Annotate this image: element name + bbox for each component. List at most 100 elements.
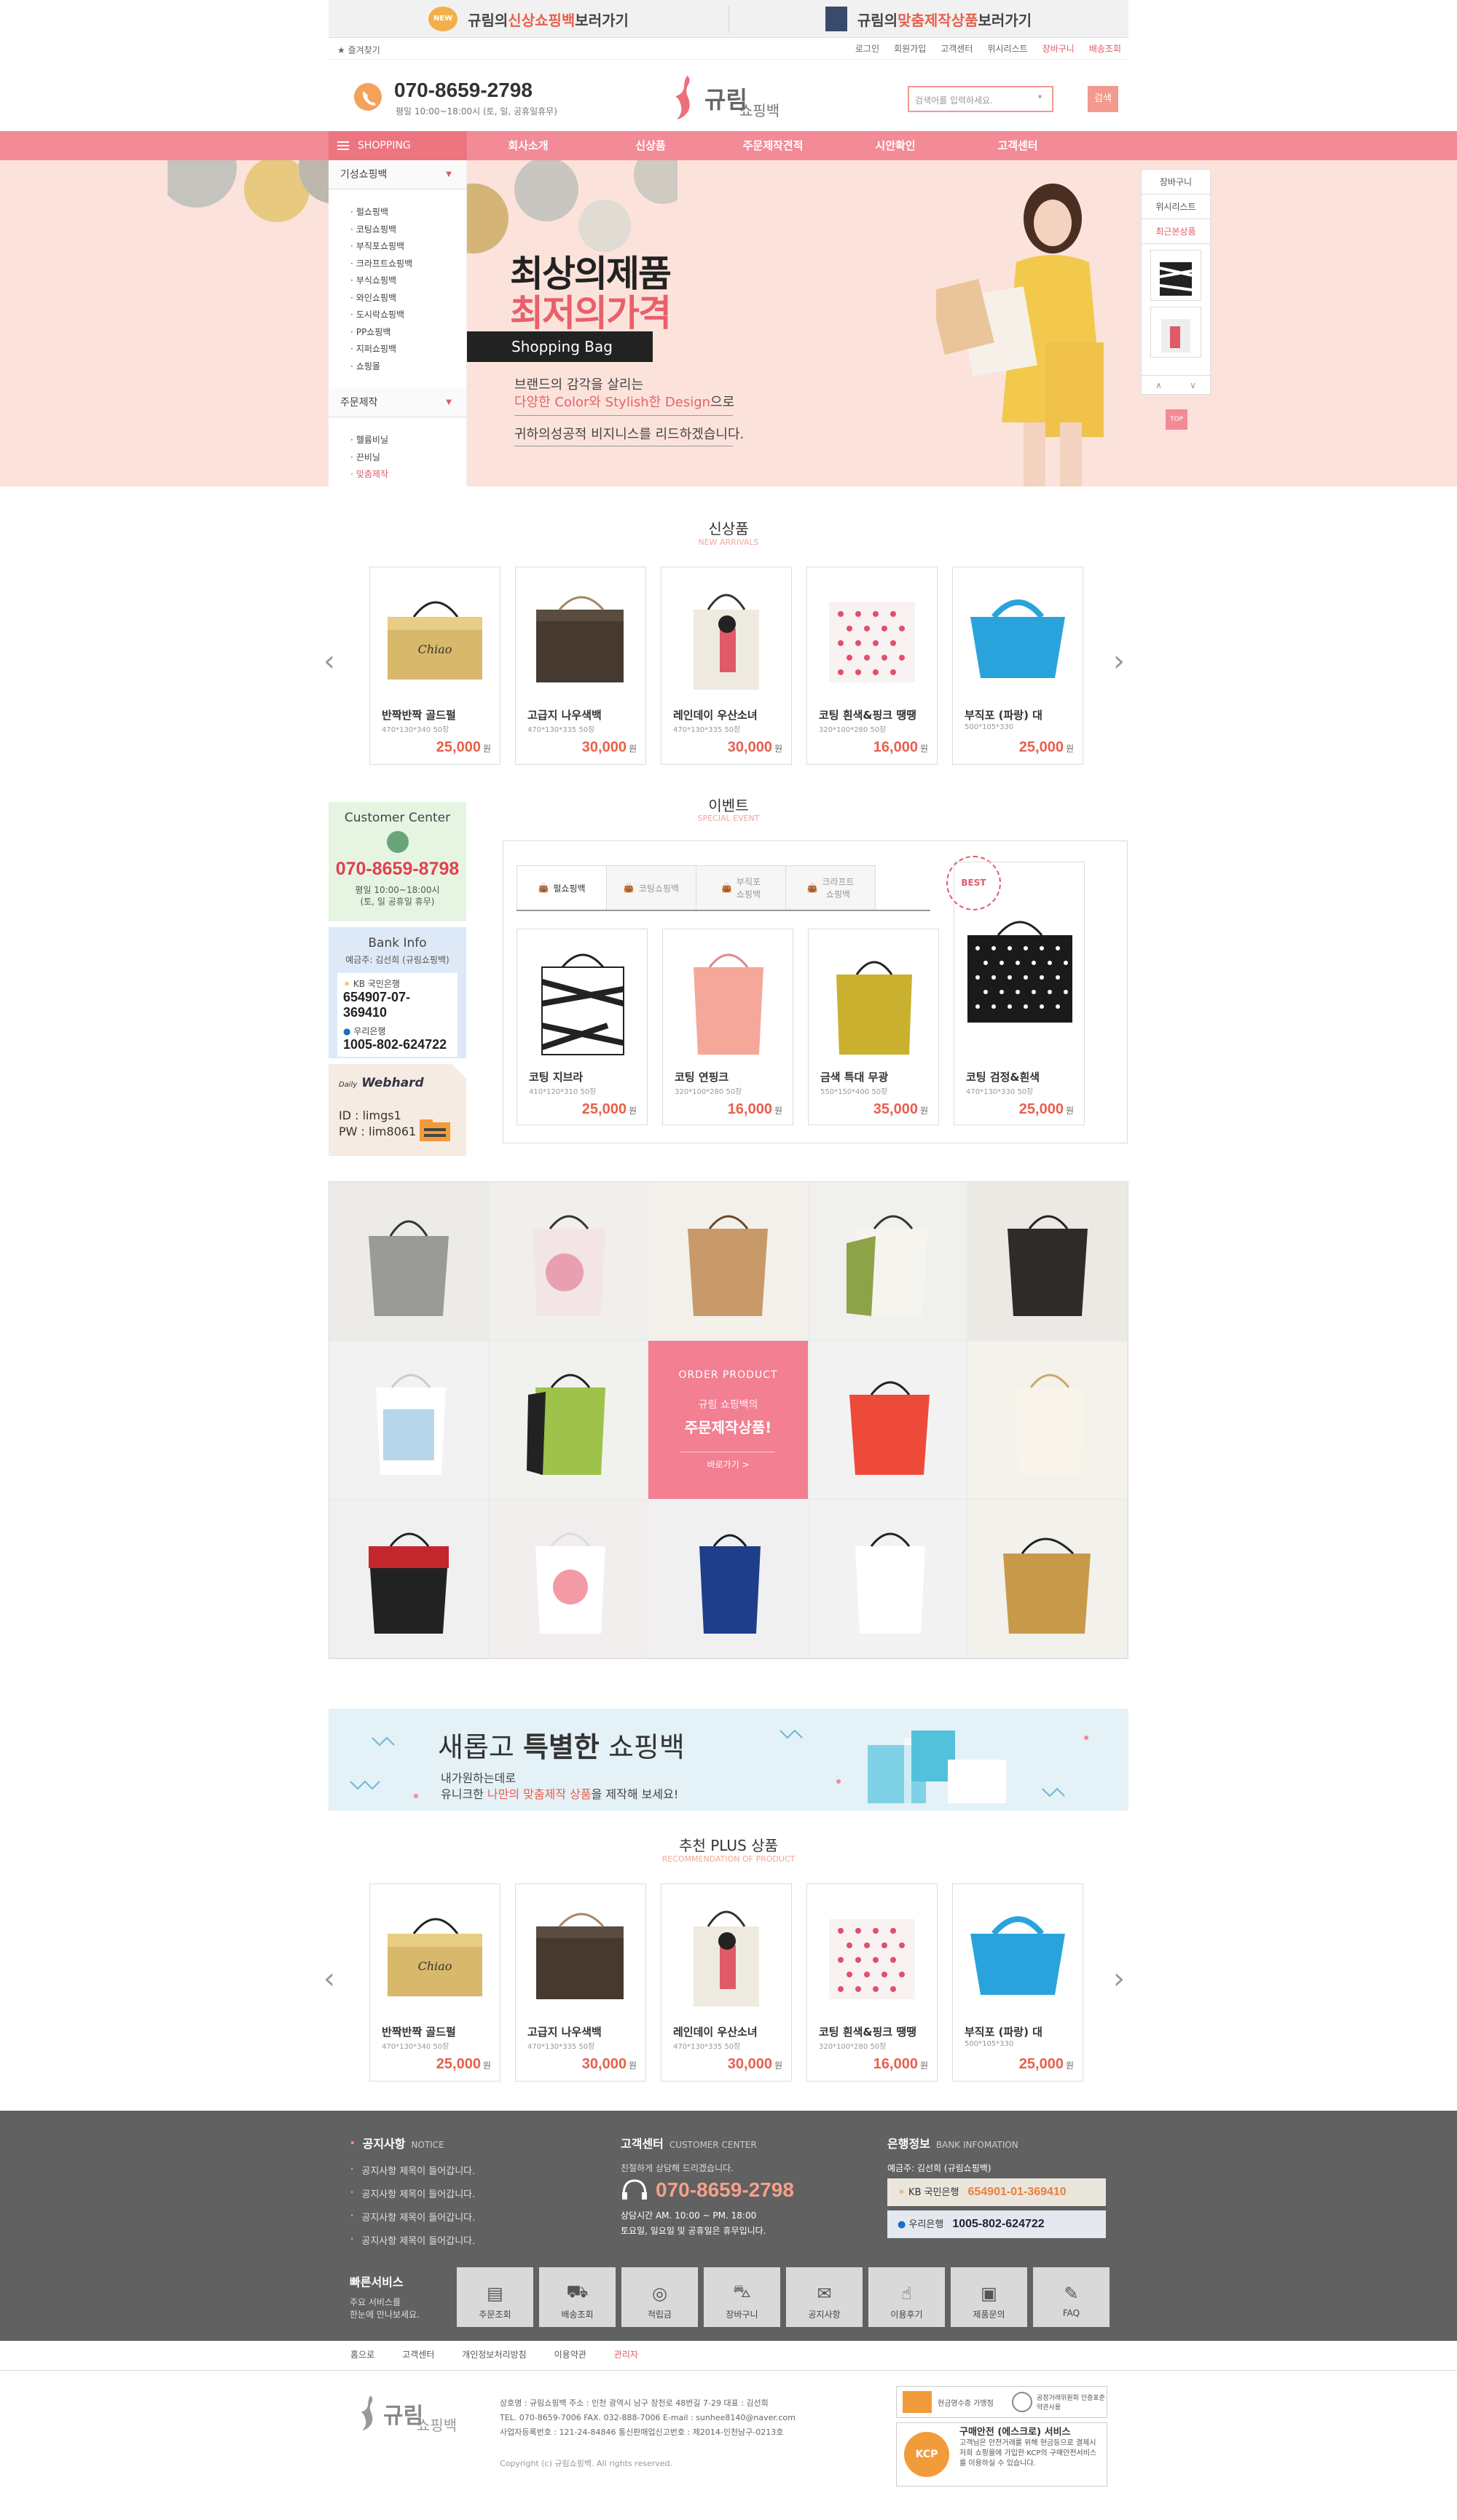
category-item[interactable]: 맞춤제작	[350, 466, 466, 484]
service-faq[interactable]: ✎ FAQ	[1033, 2267, 1110, 2327]
search-input[interactable]: 검색어를 입력하세요. ▾	[908, 86, 1053, 112]
tab-pearl[interactable]: 👜 펄쇼핑백	[517, 865, 607, 910]
category-item[interactable]: 헬륨비닐	[350, 432, 466, 449]
quick-cart[interactable]: 장바구니	[1142, 170, 1210, 194]
footer-home-link[interactable]: 홈으로	[350, 2348, 374, 2360]
footer-privacy-link[interactable]: 개인정보처리방침	[462, 2348, 526, 2360]
nav-item-company[interactable]: 회사소개	[467, 131, 589, 160]
notice-item[interactable]: 공지사항 제목이 들어갑니다.	[350, 2159, 475, 2182]
gallery-item[interactable]	[489, 1182, 649, 1341]
product-card[interactable]: Chiao 반짝반짝 골드펄 470*130*340 50장 25,000 원	[369, 1883, 500, 2082]
recent-thumb[interactable]	[1150, 250, 1201, 301]
delivery-link[interactable]: 배송조회	[1089, 42, 1121, 55]
gallery-item[interactable]	[967, 1182, 1128, 1341]
promo-custom-link[interactable]: 규림의 맞춤제작상품 보러가기	[728, 0, 1128, 38]
nav-item-estimate[interactable]: 주문제작견적	[712, 131, 834, 160]
nav-item-draft[interactable]: 시안확인	[834, 131, 957, 160]
next-arrow-icon[interactable]: ›	[1113, 1962, 1125, 1996]
tab-coating[interactable]: 👜 코팅쇼핑백	[606, 865, 696, 910]
footer-cs-link[interactable]: 고객센터	[402, 2348, 434, 2360]
wishlist-link[interactable]: 위시리스트	[987, 42, 1027, 55]
category-item[interactable]: 부식쇼핑백	[350, 272, 466, 290]
price-value: 25,000	[1018, 739, 1064, 755]
gallery-item[interactable]	[489, 1341, 649, 1500]
category-item[interactable]: 크라프트쇼핑백	[350, 256, 466, 273]
product-card[interactable]: Chiao 반짝반짝 골드펄 470*130*340 50장 25,000 원	[369, 567, 500, 765]
category-item[interactable]: 코팅쇼핑백	[350, 221, 466, 239]
quick-wishlist[interactable]: 위시리스트	[1142, 194, 1210, 219]
category-item[interactable]: 쇼핑몰	[350, 358, 466, 376]
notice-item[interactable]: 공지사항 제목이 들어갑니다.	[350, 2182, 475, 2205]
gallery-item[interactable]	[329, 1500, 490, 1658]
order-link[interactable]: 바로가기 >	[680, 1452, 776, 1470]
product-card[interactable]: 레인데이 우산소녀 470*130*335 50장 30,000 원	[661, 567, 792, 765]
product-card[interactable]: 고급지 나우색백 470*130*335 50장 30,000 원	[515, 1883, 646, 2082]
webhard-box[interactable]: Daily Webhard ID : limgs1 PW : lim8061	[329, 1064, 466, 1156]
category-item[interactable]: PP쇼핑백	[350, 324, 466, 342]
category-item[interactable]: 지퍼쇼핑백	[350, 341, 466, 358]
order-product-banner[interactable]: ORDER PRODUCT 규림 쇼핑백의 주문제작상품! 바로가기 >	[648, 1341, 809, 1500]
event-product-card-best[interactable]: 코팅 검정&흰색 470*130*330 50장 25,000 원	[954, 862, 1085, 1125]
custom-bag-banner[interactable]: 새롭고 특별한 쇼핑백 내가원하는데로 유니크한 나만의 맞춤제작 상품을 제작…	[329, 1709, 1128, 1811]
login-link[interactable]: 로그인	[855, 42, 879, 55]
category-item[interactable]: 와인쇼핑백	[350, 290, 466, 307]
gallery-item[interactable]	[808, 1182, 968, 1341]
category-item[interactable]: 도시락쇼핑백	[350, 307, 466, 324]
kcp-escrow[interactable]: KCP 구매안전 (에스크로) 서비스 고객님은 안전거래를 위해 현금등으로 …	[896, 2422, 1107, 2486]
product-card[interactable]: 고급지 나우색백 470*130*335 50장 30,000 원	[515, 567, 646, 765]
product-card[interactable]: 레인데이 우산소녀 470*130*335 50장 30,000 원	[661, 1883, 792, 2082]
category-group-ready[interactable]: 기성쇼핑백 ▼	[329, 160, 466, 189]
shopping-category-button[interactable]: SHOPPING CATEGORY	[329, 131, 467, 181]
tab-nonwoven[interactable]: 👜 부직포 쇼핑백	[696, 865, 786, 910]
prev-arrow-icon[interactable]: ‹	[323, 1962, 335, 1996]
product-card[interactable]: 코팅 흰색&핑크 땡땡 320*100*280 50장 16,000 원	[806, 1883, 938, 2082]
cs-link[interactable]: 고객센터	[940, 42, 973, 55]
gallery-item[interactable]	[489, 1500, 649, 1658]
gallery-item[interactable]	[648, 1182, 809, 1341]
promo-new-link[interactable]: NEW 규림의 신상쇼핑백 보러가기	[329, 0, 728, 38]
logo[interactable]: 규림 쇼핑백	[667, 73, 798, 124]
footer-admin-link[interactable]: 관리자	[614, 2348, 638, 2360]
category-item[interactable]: 부직포쇼핑백	[350, 238, 466, 256]
gallery-item[interactable]	[967, 1500, 1128, 1658]
product-card[interactable]: 부직포 (파랑) 대 500*105*330 25,000 원	[952, 567, 1083, 765]
tab-kraft[interactable]: 👜 크라프트 쇼핑백	[785, 865, 876, 910]
event-product-card[interactable]: 코팅 지브라 410*120*310 50장 25,000 원	[517, 929, 648, 1125]
gallery-item[interactable]	[648, 1500, 809, 1658]
bookmark-link[interactable]: ★ 즐겨찾기	[337, 44, 380, 56]
notice-item[interactable]: 공지사항 제목이 들어갑니다.	[350, 2205, 475, 2229]
top-button[interactable]: TOP	[1166, 409, 1187, 430]
gallery-item[interactable]	[967, 1341, 1128, 1500]
gallery-item[interactable]	[329, 1341, 490, 1500]
chevron-down-icon[interactable]: ∨	[1176, 376, 1210, 394]
category-group-custom[interactable]: 주문제작 ▼	[329, 388, 466, 417]
nav-item-cs[interactable]: 고객센터	[957, 131, 1079, 160]
category-item[interactable]: 끈비닐	[350, 449, 466, 467]
product-card[interactable]: 부직포 (파랑) 대 500*105*330 25,000 원	[952, 1883, 1083, 2082]
service-cart[interactable]: ⛍ 장바구니	[704, 2267, 780, 2327]
quick-recent[interactable]: 최근본상품	[1142, 219, 1210, 244]
cart-link[interactable]: 장바구니	[1042, 42, 1075, 55]
recent-thumb[interactable]	[1150, 307, 1201, 358]
next-arrow-icon[interactable]: ›	[1113, 645, 1125, 678]
gallery-item[interactable]	[329, 1182, 490, 1341]
chevron-up-icon[interactable]: ∧	[1142, 376, 1176, 394]
product-card[interactable]: 코팅 흰색&핑크 땡땡 320*100*280 50장 16,000 원	[806, 567, 938, 765]
event-product-card[interactable]: 금색 특대 무광 550*150*400 50장 35,000 원	[808, 929, 939, 1125]
signup-link[interactable]: 회원가입	[894, 42, 926, 55]
service-order-check[interactable]: ▤ 주문조회	[457, 2267, 533, 2327]
service-delivery[interactable]: ⛟ 배송조회	[539, 2267, 616, 2327]
gallery-item[interactable]	[808, 1500, 968, 1658]
footer-terms-link[interactable]: 이용약관	[554, 2348, 586, 2360]
category-item[interactable]: 펄쇼핑백	[350, 204, 466, 221]
search-button[interactable]: 검색	[1088, 86, 1118, 112]
gallery-item[interactable]	[808, 1341, 968, 1500]
service-points[interactable]: ◎ 적립금	[621, 2267, 698, 2327]
prev-arrow-icon[interactable]: ‹	[323, 645, 335, 678]
event-product-card[interactable]: 코팅 연핑크 320*100*280 50장 16,000 원	[662, 929, 793, 1125]
nav-item-new[interactable]: 신상품	[589, 131, 712, 160]
notice-item[interactable]: 공지사항 제목이 들어갑니다.	[350, 2229, 475, 2252]
service-review[interactable]: ☝ 이용후기	[868, 2267, 945, 2327]
service-notice[interactable]: ✉ 공지사항	[786, 2267, 863, 2327]
service-inquiry[interactable]: ▣ 제품문의	[951, 2267, 1027, 2327]
